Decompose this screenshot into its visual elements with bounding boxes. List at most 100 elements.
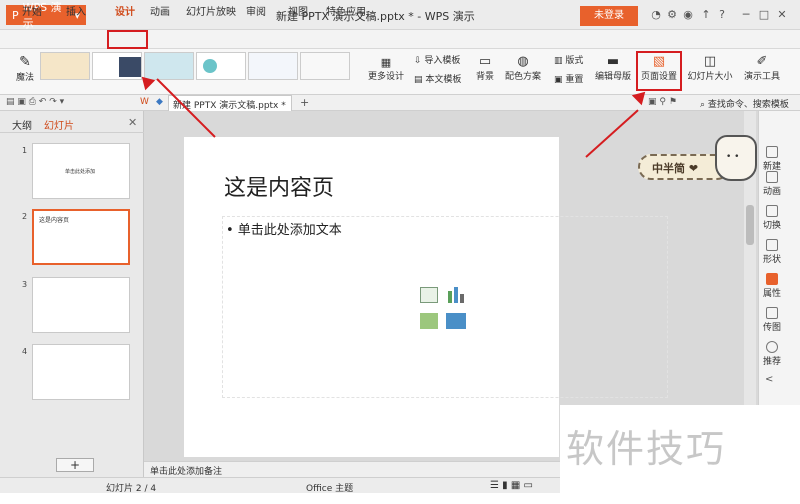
minimize-icon[interactable]: ─ [740,9,752,21]
slide-number: 1 [22,146,28,155]
sidebar-item-recommend[interactable]: 推荐 [758,341,786,367]
slide-number: 4 [22,347,28,356]
design-template-6[interactable] [300,52,350,80]
insert-video-icon[interactable] [446,313,466,329]
import-template-label: 导入模板 [424,56,461,66]
badge-text: 中半简 ❤ [652,162,699,175]
search-command[interactable]: ⌕ 查找命令、搜索模板 [700,97,789,110]
design-template-1[interactable] [40,52,90,80]
upload-picture-icon [766,307,778,319]
tab-design[interactable]: 设计 [115,3,135,18]
transition-icon [766,205,778,217]
text-template-button[interactable]: ▤ 本文模板 [414,72,461,85]
design-template-5[interactable] [248,52,298,80]
layout-button[interactable]: ▥ 版式 [554,53,583,66]
more-designs-button[interactable]: ▦ 更多设计 [366,56,406,82]
layout-label: 版式 [565,56,584,66]
add-tab-icon[interactable]: + [300,96,309,109]
recommend-icon [766,341,778,353]
search-icon: ⌕ [700,100,706,110]
tab-animation[interactable]: 动画 [150,3,170,18]
close-pane-icon[interactable]: ✕ [128,116,137,129]
slide-thumbnail-2[interactable]: 这是内容页 [32,209,130,265]
tab-outline[interactable]: 大纲 [12,117,32,132]
design-template-2[interactable] [92,52,142,80]
slide-thumbnail-text: 这是内容页 [39,217,70,224]
design-template-4[interactable] [196,52,246,80]
slide-title[interactable]: 这是内容页 [224,170,334,202]
master-icon: ▬ [606,54,620,69]
help-icon[interactable]: ? [716,9,728,21]
slide-size-label: 幻灯片大小 [687,72,733,82]
background-icon: ▭ [478,54,492,69]
slide-thumbnail-1[interactable]: 单击此处添加 [32,143,130,199]
insert-table-icon[interactable] [420,287,438,303]
tab-review[interactable]: 审阅 [246,3,266,18]
slide-thumbnail-text: 单击此处添加 [65,169,96,175]
tab-features[interactable]: 特色应用 [326,3,366,18]
background-button[interactable]: ▭ 背景 [470,54,500,82]
sidebar-item-upload[interactable]: 传图 [758,307,786,333]
cat-face: • • [726,152,740,162]
quick-access-bar [0,95,800,111]
reset-button[interactable]: ▣ 重置 [554,72,583,85]
sidebar-item-label: 属性 [762,289,781,299]
settings-icon[interactable]: ⚙ [666,9,678,21]
sidebar-item-properties[interactable]: 属性 [758,273,786,299]
cat-illustration-icon: • • [715,135,757,181]
color-scheme-button[interactable]: ◍ 配色方案 [503,54,543,82]
sidebar-item-animation[interactable]: 动画 [758,171,786,197]
template-image [119,57,141,77]
bonus-icon[interactable]: ◉ [682,9,694,21]
maximize-icon[interactable]: □ [758,9,770,21]
wps-icon[interactable]: W [140,97,149,107]
tab-slides[interactable]: 幻灯片 [44,117,74,132]
magic-label: 魔法 [15,73,34,83]
cloud-icon[interactable]: ◆ [156,97,163,107]
more-designs-label: 更多设计 [367,72,404,82]
content-placeholder[interactable] [222,216,668,398]
login-button[interactable]: 未登录 [580,6,638,26]
layout-icon: ▥ [554,56,563,66]
tab-start[interactable]: 开始 [22,3,42,18]
palette-icon: ◍ [517,54,529,69]
tab-insert[interactable]: 插入 [66,3,86,18]
slide-bullet-text[interactable]: • 单击此处添加文本 [226,219,342,238]
magic-wand-icon: ✎ [19,54,31,70]
share-icon[interactable]: < [765,374,773,385]
sidebar-item-new[interactable]: 新建 [758,146,786,172]
design-tab-highlight [107,30,148,49]
insert-picture-icon[interactable] [420,313,438,329]
presenter-tools-button[interactable]: ✐ 演示工具 [744,54,780,82]
slide-size-button[interactable]: ◫ 幻灯片大小 [684,54,736,82]
animation-icon [766,171,778,183]
slide-thumbnail-3[interactable] [32,277,130,333]
text-template-label: 本文模板 [425,75,462,85]
share-icon[interactable]: ↑ [700,9,712,21]
slide-number: 3 [22,280,28,289]
slide-thumbnail-4[interactable] [32,344,130,400]
template-circle [203,59,217,73]
tab-view[interactable]: 视图 [288,3,308,18]
quick-tools-icons[interactable]: ▤ ▣ ⎙ ↶ ↷ ▾ [6,97,64,107]
scrollbar-thumb[interactable] [746,205,754,245]
shape-icon [766,239,778,251]
view-mode-icons[interactable]: ☰ ▮ ▦ ▭ [490,480,533,491]
import-template-button[interactable]: ⇩ 导入模板 [414,53,460,66]
close-icon[interactable]: ✕ [776,9,788,21]
tab-slideshow[interactable]: 幻灯片放映 [186,3,236,18]
sidebar-item-transition[interactable]: 切换 [758,205,786,231]
add-slide-button[interactable]: + [56,458,94,472]
skin-icon[interactable]: ◔ [650,9,662,21]
sidebar-item-label: 切换 [762,221,781,231]
edit-master-button[interactable]: ▬ 编辑母版 [594,54,632,82]
quick-right-icons[interactable]: ▣ ⚲ ⚑ [648,97,677,107]
insert-chart-icon[interactable] [446,287,466,303]
search-label: 查找命令、搜索模板 [707,100,789,110]
watermark-text: 软件技巧 [566,427,727,471]
import-icon: ⇩ [414,56,422,66]
sidebar-item-shape[interactable]: 形状 [758,239,786,265]
reset-icon: ▣ [554,75,563,85]
slide-number: 2 [22,212,28,221]
magic-button[interactable]: ✎ 魔法 [10,54,40,83]
